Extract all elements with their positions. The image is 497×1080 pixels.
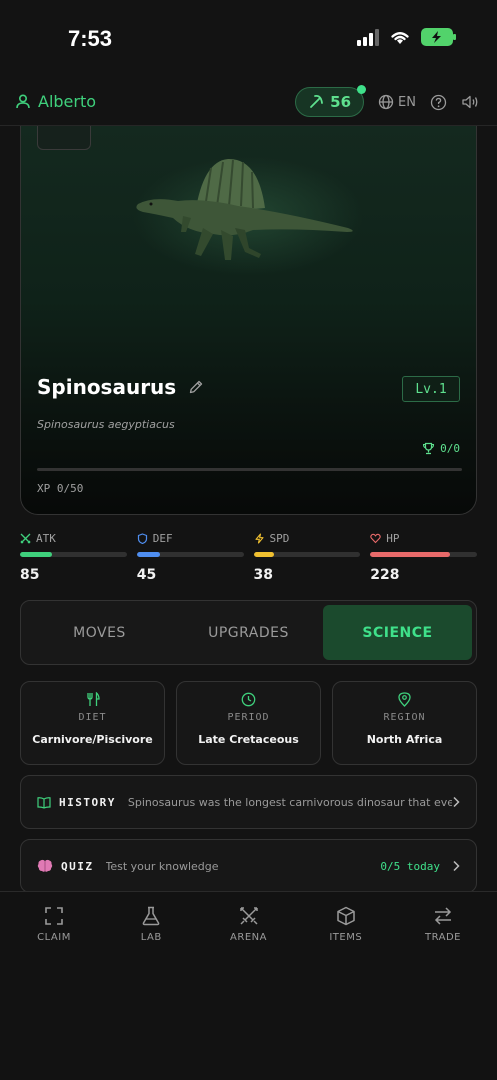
help-button[interactable]: [430, 94, 447, 111]
edit-pencil-icon[interactable]: [188, 379, 204, 395]
trophy-count: 0/0: [440, 442, 460, 455]
cube-icon: [337, 906, 355, 926]
scan-icon: [45, 907, 63, 925]
cellular-signal-icon: [357, 28, 379, 46]
stat-value: 38: [253, 567, 273, 583]
info-value: Carnivore/Piscivore: [32, 733, 153, 746]
shield-icon: [137, 532, 147, 544]
tab-moves[interactable]: MOVES: [25, 605, 174, 660]
book-icon: [37, 796, 51, 809]
nav-lab[interactable]: LAB: [121, 906, 181, 943]
stat-fill: [253, 552, 274, 557]
xp-progress-bar: [37, 468, 462, 471]
quiz-count: 0/5 today: [380, 859, 440, 873]
globe-icon: [378, 94, 394, 110]
stat-fill: [20, 552, 53, 557]
language-selector[interactable]: EN: [378, 94, 416, 110]
lightning-icon: [254, 532, 264, 544]
tab-science[interactable]: SCIENCE: [323, 605, 472, 660]
stat-label: HP: [386, 531, 400, 545]
nav-trade[interactable]: TRADE: [413, 906, 473, 943]
detail-tabs: MOVES UPGRADES SCIENCE: [20, 600, 477, 665]
history-text: Spinosaurus was the longest carnivorous …: [127, 795, 452, 809]
username: Alberto: [38, 92, 97, 111]
stat-fill: [370, 552, 451, 557]
nav-label: ITEMS: [329, 932, 363, 943]
info-label: PERIOD: [227, 712, 270, 723]
science-info-row: DIET Carnivore/Piscivore PERIOD Late Cre…: [20, 681, 477, 765]
quiz-text: Test your knowledge: [105, 859, 219, 873]
info-label: REGION: [383, 712, 426, 723]
heart-icon: [370, 533, 381, 543]
level-badge: Lv.1: [402, 376, 460, 402]
nav-label: TRADE: [424, 932, 461, 943]
tab-upgrades[interactable]: UPGRADES: [174, 605, 323, 660]
quiz-card[interactable]: QUIZ Test your knowledge 0/5 today: [20, 839, 477, 893]
nav-label: LAB: [140, 932, 162, 943]
swords-icon: [239, 907, 258, 925]
info-card-region: REGION North Africa: [332, 681, 477, 765]
dino-name-row: Spinosaurus: [37, 375, 204, 399]
wifi-icon: [391, 32, 409, 44]
status-time: 7:53: [68, 26, 113, 51]
stat-label: ATK: [36, 531, 56, 545]
trophy-icon: [423, 442, 435, 455]
nav-items[interactable]: ITEMS: [316, 906, 376, 943]
chevron-right-icon: [453, 796, 460, 808]
nav-label: CLAIM: [37, 932, 71, 943]
quiz-title: QUIZ: [61, 859, 94, 873]
dino-hero-card: Spinosaurus Lv.1 Spinosaurus aegyptiacus…: [20, 126, 477, 515]
chevron-right-icon: [453, 860, 460, 872]
map-pin-icon: [398, 692, 411, 707]
user-profile[interactable]: Alberto: [16, 92, 96, 111]
stat-label: SPD: [269, 531, 290, 545]
user-icon: [16, 94, 30, 109]
pickaxe-icon: [310, 94, 324, 108]
scientific-name: Spinosaurus aegyptiacus: [37, 418, 175, 431]
stat-atk: ATK 85: [20, 531, 127, 583]
status-icons: [357, 28, 456, 46]
info-label: DIET: [78, 712, 107, 723]
stat-value: 85: [20, 567, 40, 583]
stat-spd: SPD 38: [253, 531, 361, 583]
clock-icon: [241, 692, 256, 707]
dino-name: Spinosaurus: [37, 375, 177, 399]
nav-claim[interactable]: CLAIM: [24, 906, 84, 943]
stat-fill: [136, 552, 161, 557]
bottom-navigation: CLAIM LAB ARENA ITEMS TRADE: [0, 891, 497, 1080]
energy-pill[interactable]: 56: [295, 85, 367, 117]
notification-dot: [357, 85, 367, 94]
stat-def: DEF 45: [136, 531, 244, 583]
app-header: Alberto 56 EN: [0, 80, 497, 126]
history-card[interactable]: HISTORY Spinosaurus was the longest carn…: [20, 775, 477, 829]
nav-label: ARENA: [230, 932, 267, 943]
trophy-counter: 0/0: [422, 442, 460, 455]
status-bar: 7:53: [0, 0, 497, 80]
swords-icon: [20, 533, 31, 543]
info-card-period: PERIOD Late Cretaceous: [176, 681, 321, 765]
energy-count: 56: [330, 93, 352, 111]
sound-button[interactable]: [461, 94, 479, 110]
stat-label: DEF: [152, 531, 173, 545]
battery-icon: [421, 28, 456, 46]
language-label: EN: [398, 94, 416, 110]
stat-hp: HP 228: [370, 531, 477, 583]
speaker-icon: [462, 95, 478, 109]
stat-value: 45: [136, 567, 157, 583]
arrows-exchange-icon: [434, 907, 452, 925]
info-card-diet: DIET Carnivore/Piscivore: [20, 681, 165, 765]
flask-icon: [142, 906, 160, 926]
dino-illustration: [133, 156, 363, 276]
info-value: Late Cretaceous: [198, 733, 299, 746]
info-value: North Africa: [366, 733, 443, 746]
brain-icon: [37, 859, 53, 872]
history-title: HISTORY: [59, 795, 116, 809]
xp-label: XP 0/50: [37, 482, 84, 495]
help-icon: [430, 94, 447, 110]
stat-value: 228: [370, 567, 400, 583]
fork-knife-icon: [86, 692, 100, 706]
nav-arena[interactable]: ARENA: [219, 906, 279, 943]
back-button[interactable]: [37, 126, 91, 150]
stats-row: ATK 85 DEF 45 SPD 38 HP 228: [20, 531, 477, 583]
